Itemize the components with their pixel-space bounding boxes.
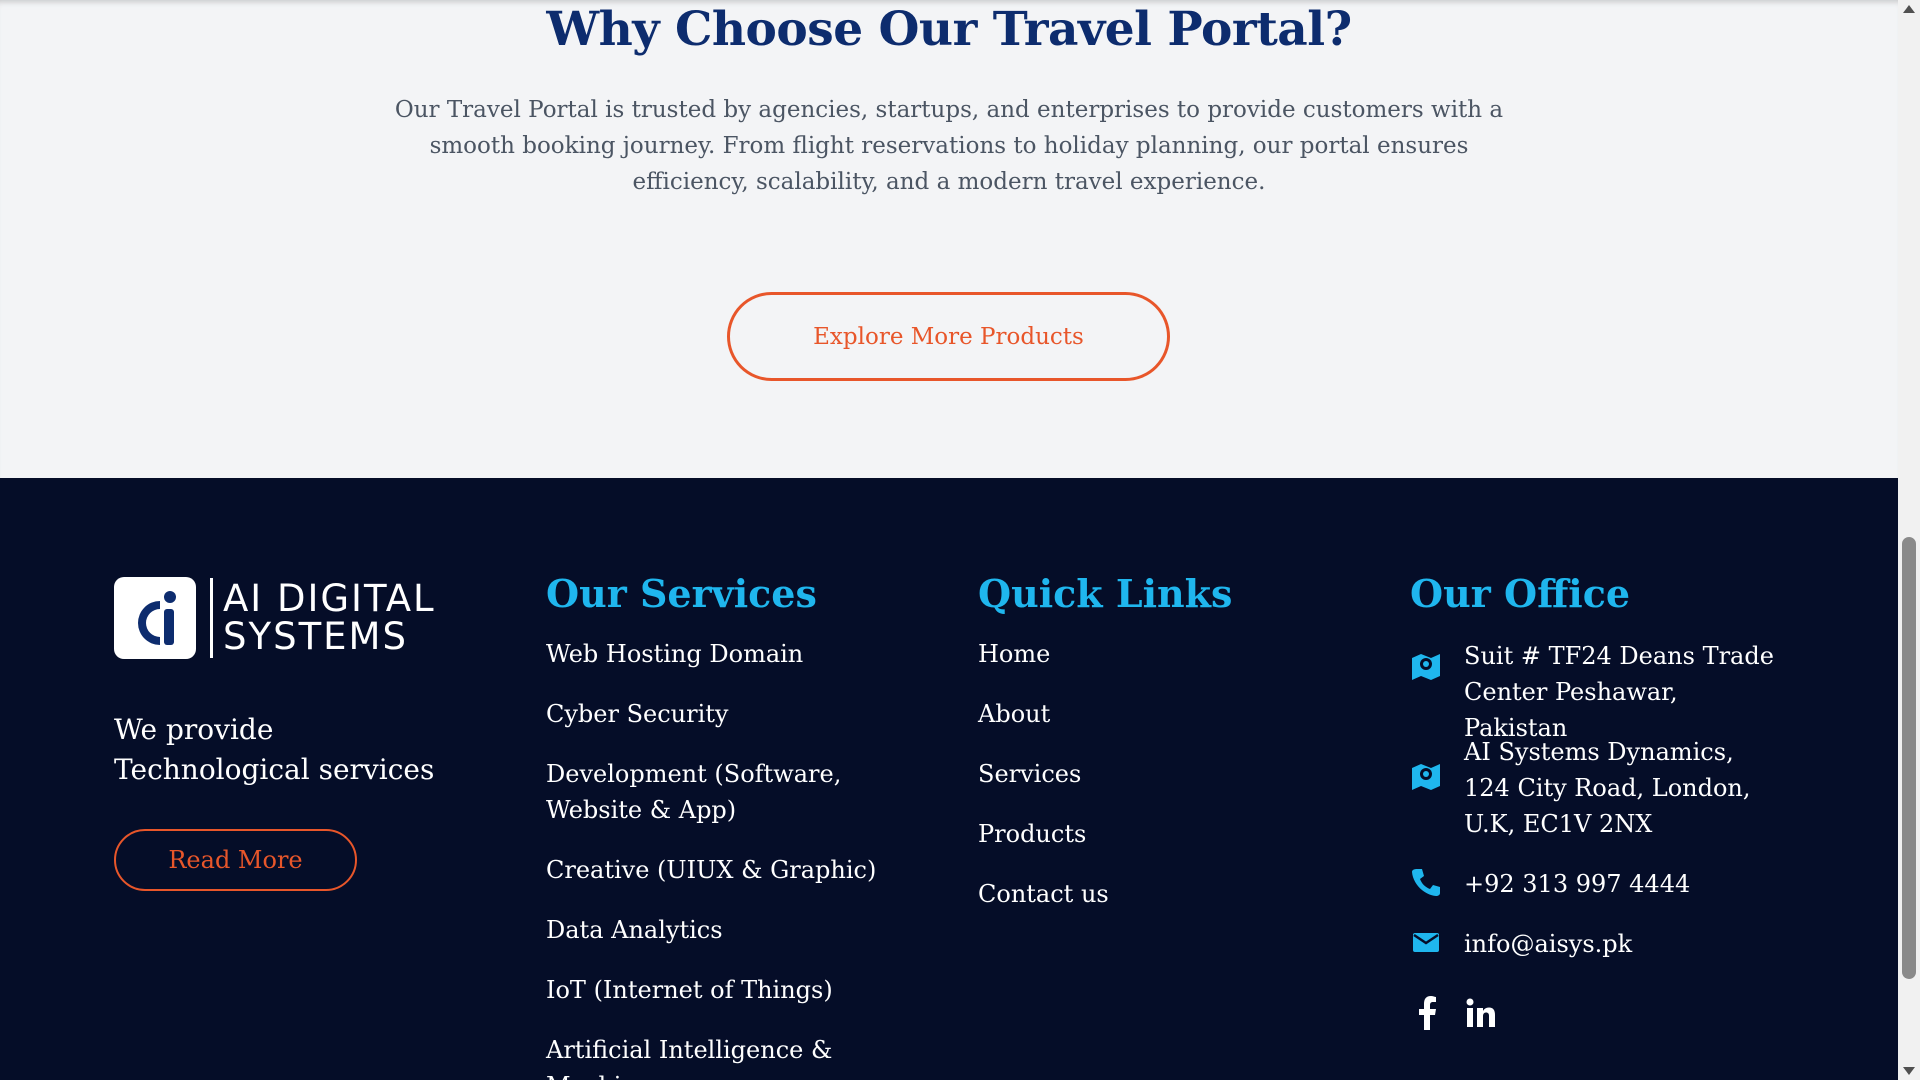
map-icon: [1410, 760, 1442, 792]
scroll-up-arrow-icon[interactable]: [1903, 5, 1915, 13]
quick-link-contact[interactable]: Contact us: [978, 876, 1278, 912]
service-link-ai-ml[interactable]: Artificial Intelligence & Machine: [546, 1032, 926, 1080]
office-heading: Our Office: [1410, 571, 1631, 616]
why-choose-section: Why Choose Our Travel Portal? Our Travel…: [0, 0, 1898, 478]
logo-divider: [210, 578, 213, 658]
quick-link-about[interactable]: About: [978, 696, 1278, 732]
service-link-data-analytics[interactable]: Data Analytics: [546, 912, 926, 948]
office-email-address[interactable]: info@aisys.pk: [1464, 926, 1774, 962]
service-link-creative[interactable]: Creative (UIUX & Graphic): [546, 852, 926, 888]
office-phone[interactable]: +92 313 997 4444: [1410, 866, 1774, 902]
company-tagline: We provide Technological services: [114, 713, 435, 786]
facebook-icon[interactable]: [1410, 996, 1444, 1030]
services-heading: Our Services: [546, 571, 817, 616]
office-address-peshawar: Suit # TF24 Deans Trade Center Peshawar,…: [1410, 638, 1774, 746]
scroll-down-arrow-icon[interactable]: [1903, 1067, 1915, 1075]
office-address-london: AI Systems Dynamics, 124 City Road, Lond…: [1410, 734, 1774, 842]
scrollbar-thumb[interactable]: [1902, 537, 1916, 979]
vertical-scrollbar[interactable]: [1898, 0, 1920, 1080]
service-link-development[interactable]: Development (Software, Website & App): [546, 756, 926, 828]
office-address-1: Suit # TF24 Deans Trade Center Peshawar,…: [1464, 642, 1774, 742]
quick-links-heading: Quick Links: [978, 571, 1233, 616]
company-logo[interactable]: AI DIGITAL SYSTEMS: [114, 577, 454, 659]
office-phone-number[interactable]: +92 313 997 4444: [1464, 866, 1774, 902]
read-more-button[interactable]: Read More: [114, 829, 357, 891]
quick-link-products[interactable]: Products: [978, 816, 1278, 852]
logo-line-1: AI DIGITAL: [223, 577, 436, 620]
section-description: Our Travel Portal is trusted by agencies…: [394, 97, 1504, 195]
logo-wordmark: AI DIGITAL SYSTEMS: [223, 580, 436, 656]
logo-mark-icon: [114, 577, 196, 659]
logo-line-2: SYSTEMS: [223, 615, 408, 658]
mail-icon: [1410, 926, 1442, 958]
service-link-iot[interactable]: IoT (Internet of Things): [546, 972, 926, 1008]
linkedin-icon[interactable]: [1464, 996, 1498, 1030]
quick-link-home[interactable]: Home: [978, 636, 1278, 672]
site-footer: AI DIGITAL SYSTEMS We provide Technologi…: [0, 478, 1898, 1080]
social-links: [1410, 996, 1498, 1030]
office-email[interactable]: info@aisys.pk: [1410, 926, 1774, 962]
service-link-cyber-security[interactable]: Cyber Security: [546, 696, 926, 732]
section-title: Why Choose Our Travel Portal?: [546, 2, 1352, 57]
office-address-2: AI Systems Dynamics, 124 City Road, Lond…: [1464, 738, 1751, 838]
quick-link-services[interactable]: Services: [978, 756, 1278, 792]
services-list: Web Hosting Domain Cyber Security Develo…: [546, 636, 926, 1080]
explore-more-products-button[interactable]: Explore More Products: [727, 292, 1170, 381]
quick-links-list: Home About Services Products Contact us: [978, 636, 1278, 936]
phone-icon: [1410, 866, 1442, 898]
map-icon: [1410, 650, 1442, 682]
service-link-web-hosting[interactable]: Web Hosting Domain: [546, 636, 926, 672]
